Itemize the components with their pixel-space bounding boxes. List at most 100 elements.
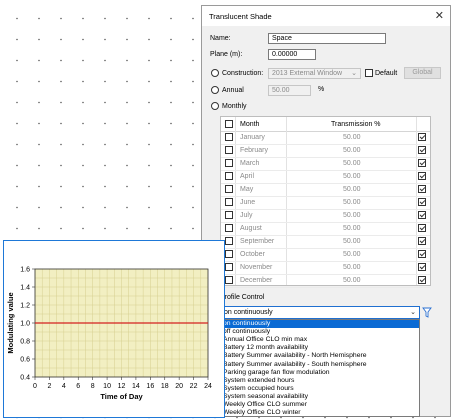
table-row[interactable]: March 50.00	[221, 157, 430, 171]
row-enabled-checkbox[interactable]	[418, 159, 426, 167]
dropdown-option[interactable]: Weekly Office CLO winter	[221, 409, 419, 417]
profile-control-value: on continuously	[224, 309, 273, 316]
row-enabled-checkbox[interactable]	[418, 185, 426, 193]
table-row[interactable]: August 50.00	[221, 222, 430, 236]
row-checkbox[interactable]	[225, 224, 233, 232]
table-row[interactable]: May 50.00	[221, 183, 430, 197]
row-checkbox[interactable]	[225, 133, 233, 141]
row-checkbox[interactable]	[225, 276, 233, 284]
x-tick-label: 22	[190, 383, 198, 390]
y-tick-label: 1.4	[20, 285, 30, 292]
dropdown-option[interactable]: System seasonal availability	[221, 393, 419, 401]
annual-field[interactable]: 50.00	[268, 85, 311, 96]
transmission-cell[interactable]: 50.00	[343, 199, 361, 206]
plane-field[interactable]: 0.00000	[268, 49, 316, 60]
month-cell: April	[240, 173, 255, 180]
close-icon[interactable]: ✕	[435, 9, 444, 22]
profile-options-list: on continuously off continuously Annual Of…	[220, 319, 420, 417]
chevron-down-icon: ⌄	[351, 70, 357, 77]
dropdown-option[interactable]: on continuously	[221, 320, 419, 329]
default-checkbox[interactable]	[365, 69, 373, 77]
profile-control-select[interactable]: on continuously ⌄	[220, 306, 420, 319]
name-label: Name:	[210, 35, 231, 42]
x-tick-label: 24	[204, 383, 212, 390]
dropdown-option[interactable]: Parking garage fan flow modulation	[221, 369, 419, 377]
x-tick-label: 14	[132, 383, 140, 390]
row-enabled-checkbox[interactable]	[418, 211, 426, 219]
row-checkbox[interactable]	[225, 237, 233, 245]
row-enabled-checkbox[interactable]	[418, 172, 426, 180]
x-tick-label: 8	[91, 383, 95, 390]
table-row[interactable]: July 50.00	[221, 209, 430, 223]
x-tick-label: 16	[146, 383, 154, 390]
filter-icon[interactable]	[422, 307, 432, 318]
table-row[interactable]: February 50.00	[221, 144, 430, 158]
row-enabled-checkbox[interactable]	[418, 224, 426, 232]
dropdown-option[interactable]: Battery Summer availability - South hemi…	[221, 361, 419, 369]
row-enabled-checkbox[interactable]	[418, 133, 426, 141]
monthly-radio[interactable]	[211, 102, 219, 110]
month-cell: December	[240, 277, 273, 284]
row-enabled-checkbox[interactable]	[418, 146, 426, 154]
row-checkbox[interactable]	[225, 263, 233, 271]
transmission-cell[interactable]: 50.00	[343, 212, 361, 219]
x-tick-label: 0	[33, 383, 37, 390]
row-checkbox[interactable]	[225, 185, 233, 193]
month-cell: September	[240, 238, 275, 245]
month-cell: March	[240, 160, 260, 167]
modulating-value-chart: 0 2 4 6 8 10 12 14 16 18 20 22 240.40.60.81.01.21.41…	[6, 267, 212, 402]
construction-radio[interactable]	[211, 69, 219, 77]
dropdown-option[interactable]: Weekly Office CLO summer	[221, 401, 419, 409]
row-checkbox[interactable]	[225, 250, 233, 258]
table-row[interactable]: December 50.00	[221, 274, 430, 288]
row-checkbox[interactable]	[225, 146, 233, 154]
row-enabled-checkbox[interactable]	[418, 250, 426, 258]
transmission-cell[interactable]: 50.00	[343, 134, 361, 141]
translucent-shade-dialog: Translucent Shade ✕ Name: Space Plane (m…	[201, 5, 451, 417]
dropdown-option[interactable]: Annual Office CLO min max	[221, 336, 419, 344]
annual-unit: %	[318, 86, 325, 93]
month-cell: February	[240, 147, 269, 154]
table-row[interactable]: April 50.00	[221, 170, 430, 184]
annual-label: Annual	[222, 87, 244, 94]
dropdown-option[interactable]: off continuously	[221, 328, 419, 336]
select-all-checkbox[interactable]	[225, 120, 233, 128]
table-row[interactable]: November 50.00	[221, 261, 430, 275]
table-row[interactable]: January 50.00	[221, 131, 430, 145]
month-cell: October	[240, 251, 265, 258]
row-enabled-checkbox[interactable]	[418, 276, 426, 284]
table-row[interactable]: September 50.00	[221, 235, 430, 249]
table-row[interactable]: June 50.00	[221, 196, 430, 210]
month-cell: January	[240, 134, 265, 141]
dropdown-option[interactable]: Battery 12 month availability	[221, 344, 419, 352]
row-checkbox[interactable]	[225, 211, 233, 219]
y-tick-label: 0.8	[20, 339, 30, 346]
dropdown-option[interactable]: System occupied hours	[221, 385, 419, 393]
name-field[interactable]: Space	[268, 33, 386, 44]
row-checkbox[interactable]	[225, 159, 233, 167]
dropdown-option[interactable]: Battery Summer availability - North Hemi…	[221, 352, 419, 360]
month-cell: November	[240, 264, 273, 271]
x-tick-label: 18	[161, 383, 169, 390]
row-enabled-checkbox[interactable]	[418, 237, 426, 245]
row-checkbox[interactable]	[225, 172, 233, 180]
global-button[interactable]: Global	[404, 67, 441, 79]
row-enabled-checkbox[interactable]	[418, 263, 426, 271]
transmission-cell[interactable]: 50.00	[343, 160, 361, 167]
dropdown-option[interactable]: System extended hours	[221, 377, 419, 385]
row-enabled-checkbox[interactable]	[418, 198, 426, 206]
transmission-cell[interactable]: 50.00	[343, 251, 361, 258]
table-row[interactable]: October 50.00	[221, 248, 430, 262]
y-tick-label: 1.2	[20, 303, 30, 310]
transmission-cell[interactable]: 50.00	[343, 277, 361, 284]
transmission-cell[interactable]: 50.00	[343, 225, 361, 232]
month-cell: July	[240, 212, 253, 219]
transmission-cell[interactable]: 50.00	[343, 173, 361, 180]
annual-radio[interactable]	[211, 86, 219, 94]
transmission-cell[interactable]: 50.00	[343, 264, 361, 271]
transmission-cell[interactable]: 50.00	[343, 186, 361, 193]
row-checkbox[interactable]	[225, 198, 233, 206]
construction-select[interactable]: 2013 External Window ⌄	[268, 68, 361, 79]
transmission-cell[interactable]: 50.00	[343, 147, 361, 154]
transmission-cell[interactable]: 50.00	[343, 238, 361, 245]
